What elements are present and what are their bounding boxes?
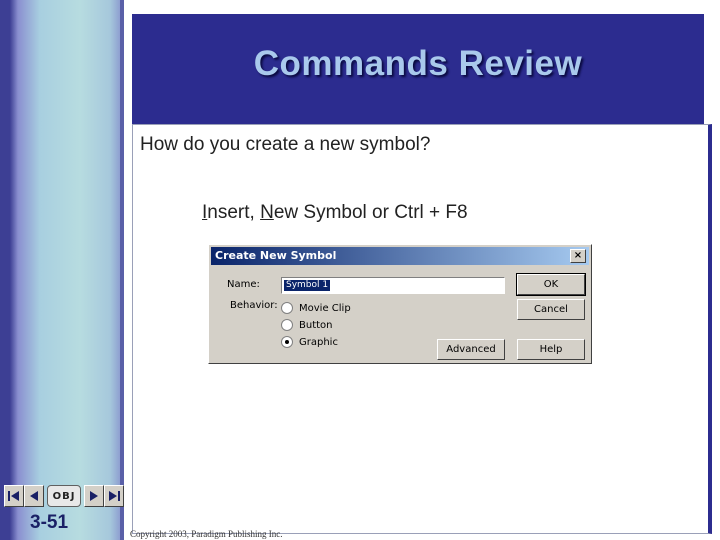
slide-navigation: OBJ — [4, 484, 124, 508]
cancel-button[interactable]: Cancel — [517, 299, 585, 320]
previous-slide-icon[interactable] — [24, 485, 44, 507]
radio-label: Button — [299, 319, 333, 331]
close-icon[interactable]: × — [570, 249, 586, 263]
symbol-name-input[interactable]: Symbol 1 — [281, 277, 505, 294]
radio-button-selected[interactable] — [281, 336, 293, 348]
slide-title: Commands Review — [253, 44, 583, 83]
answer-insert-rest: nsert, — [207, 202, 261, 223]
radio-button[interactable] — [281, 319, 293, 331]
answer-new-underlined: N — [260, 202, 274, 223]
obj-badge[interactable]: OBJ — [47, 485, 81, 507]
create-new-symbol-dialog: Create New Symbol × Name: Symbol 1 Behav… — [208, 244, 592, 364]
radio-label: Movie Clip — [299, 302, 351, 314]
advanced-button[interactable]: Advanced — [437, 339, 505, 360]
symbol-name-value: Symbol 1 — [284, 280, 331, 291]
last-slide-icon[interactable] — [104, 485, 124, 507]
radio-button-behavior[interactable]: Button — [281, 319, 333, 331]
behavior-label: Behavior: — [230, 300, 278, 311]
help-button[interactable]: Help — [517, 339, 585, 360]
dialog-title-bar[interactable]: Create New Symbol × — [211, 247, 589, 265]
next-slide-icon[interactable] — [84, 485, 104, 507]
radio-label: Graphic — [299, 336, 338, 348]
first-slide-icon[interactable] — [4, 485, 24, 507]
radio-button[interactable] — [281, 302, 293, 314]
radio-movie-clip[interactable]: Movie Clip — [281, 302, 351, 314]
radio-graphic[interactable]: Graphic — [281, 336, 338, 348]
answer-text: Insert, New Symbol or Ctrl + F8 — [202, 202, 468, 224]
ok-button[interactable]: OK — [516, 273, 586, 296]
answer-new-rest: ew Symbol or Ctrl + F8 — [273, 202, 468, 223]
slide-number: 3-51 — [30, 512, 69, 533]
copyright-text: Copyright 2003, Paradigm Publishing Inc. — [130, 529, 283, 539]
name-label: Name: — [227, 279, 260, 290]
dialog-title: Create New Symbol — [215, 249, 337, 262]
sidebar-strip — [0, 0, 120, 540]
question-text: How do you create a new symbol? — [140, 134, 431, 155]
sidebar-edge — [120, 0, 124, 540]
